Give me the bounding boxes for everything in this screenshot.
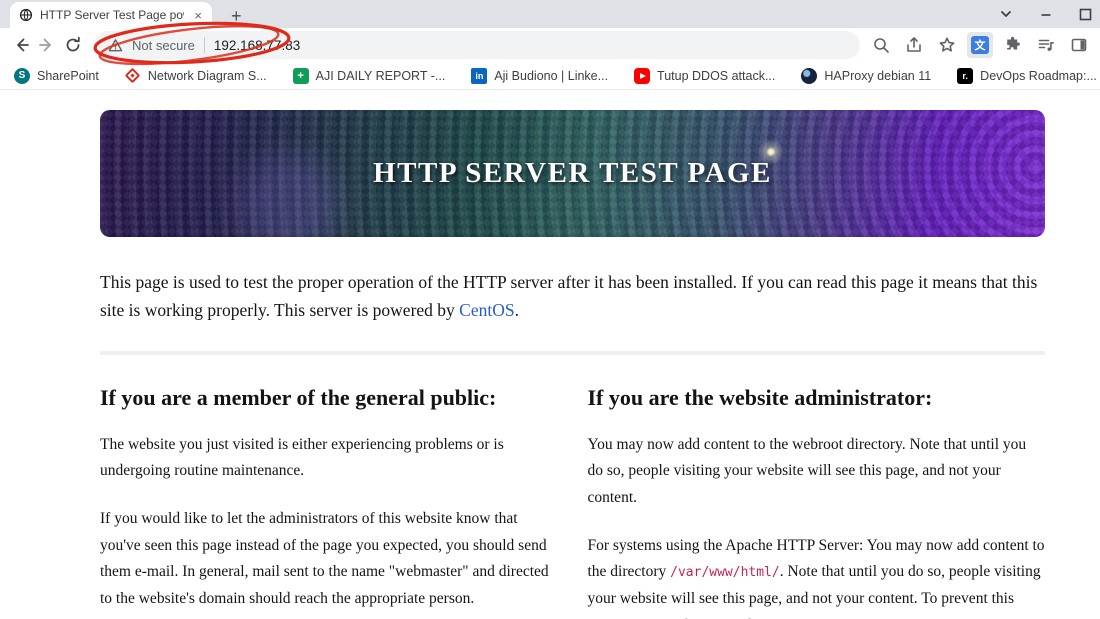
linkedin-icon: in (471, 67, 488, 84)
tab-strip: HTTP Server Test Page powered × + (0, 0, 1100, 28)
forward-button[interactable] (34, 32, 60, 58)
toolbar-actions: 文 (868, 32, 1094, 58)
extensions-puzzle-icon[interactable] (1000, 32, 1026, 58)
security-label[interactable]: Not secure (132, 38, 195, 53)
media-queue-icon[interactable] (1033, 32, 1059, 58)
bookmark-star-icon[interactable] (934, 32, 960, 58)
tab-title: HTTP Server Test Page powered (40, 8, 184, 22)
intro-paragraph: This page is used to test the proper ope… (100, 272, 1038, 321)
paragraph: For systems using the Apache HTTP Server… (587, 536, 1045, 619)
translate-icon[interactable]: 文 (967, 32, 993, 58)
browser-toolbar: Not secure 192.168.77.83 文 (0, 28, 1100, 62)
roadmap-icon: r. (957, 67, 974, 84)
apache-webroot-path: /var/www/html/ (670, 565, 780, 581)
bookmark-linkedin[interactable]: in Aji Budiono | Linke... (471, 67, 608, 84)
side-panel-icon[interactable] (1066, 32, 1092, 58)
administrator-column: If you are the website administrator: Yo… (588, 375, 1046, 619)
paragraph: The website you just visited is either e… (100, 435, 504, 480)
browser-tab[interactable]: HTTP Server Test Page powered × (10, 2, 212, 28)
back-button[interactable] (8, 32, 34, 58)
tab-search-chevron-icon[interactable] (999, 7, 1013, 21)
tab-close-icon[interactable]: × (191, 8, 205, 23)
centos-link[interactable]: CentOS (459, 300, 514, 320)
omnibox-divider (203, 37, 205, 53)
globe-favicon-icon (19, 8, 33, 22)
new-tab-button[interactable]: + (225, 7, 248, 25)
url-text[interactable]: 192.168.77.83 (214, 38, 300, 53)
maximize-icon[interactable] (1079, 8, 1092, 21)
test-page-banner: HTTP SERVER TEST PAGE (100, 110, 1045, 237)
paragraph: You may now add content to the webroot d… (587, 435, 1027, 506)
youtube-icon (634, 67, 651, 84)
general-public-heading: If you are a member of the general publi… (100, 384, 497, 410)
window-controls (999, 0, 1100, 28)
administrator-heading: If you are the website administrator: (587, 384, 933, 410)
minimize-icon[interactable] (1039, 7, 1053, 21)
diagram-icon (125, 67, 141, 84)
web-page-viewport: HTTP SERVER TEST PAGE This page is used … (0, 90, 1100, 619)
address-bar[interactable]: Not secure 192.168.77.83 (94, 31, 860, 59)
general-public-column: If you are a member of the general publi… (100, 375, 558, 619)
bookmark-haproxy[interactable]: HAProxy debian 11 (801, 67, 931, 84)
section-divider (100, 350, 1045, 355)
share-icon[interactable] (901, 32, 927, 58)
sharepoint-icon: S (14, 67, 30, 84)
haproxy-icon (801, 67, 818, 84)
google-sheets-icon: + (292, 67, 309, 84)
bookmark-devops-roadmap[interactable]: r. DevOps Roadmap:... (957, 67, 1097, 84)
bookmark-network-diagram[interactable]: Network Diagram S... (125, 67, 267, 84)
not-secure-warning-icon[interactable] (108, 38, 123, 53)
reload-button[interactable] (60, 32, 86, 58)
search-icon[interactable] (868, 32, 894, 58)
bookmarks-bar: S SharePoint Network Diagram S... + AJI … (0, 62, 1100, 90)
page-title: HTTP SERVER TEST PAGE (373, 157, 772, 189)
paragraph: If you would like to let the administrat… (100, 510, 549, 607)
bookmark-youtube[interactable]: Tutup DDOS attack... (634, 67, 775, 84)
bookmark-daily-report[interactable]: + AJI DAILY REPORT -... (292, 67, 445, 84)
bookmark-sharepoint[interactable]: S SharePoint (14, 67, 99, 84)
